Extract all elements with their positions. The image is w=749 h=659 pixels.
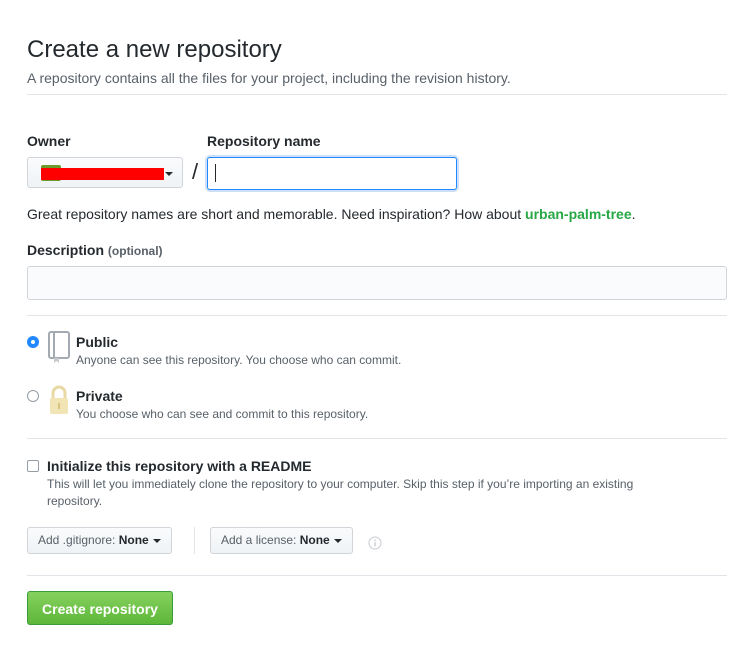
gitignore-label: Add .gitignore: (38, 533, 116, 547)
description-label-text: Description (27, 242, 105, 258)
page-subtitle: A repository contains all the files for … (27, 70, 511, 86)
repo-name-label: Repository name (207, 133, 321, 149)
info-icon[interactable] (368, 536, 382, 550)
readme-title: Initialize this repository with a README (47, 458, 312, 474)
public-title: Public (76, 334, 119, 350)
owner-select[interactable] (27, 157, 183, 188)
hint-suffix: . (631, 206, 636, 222)
private-radio[interactable] (27, 390, 39, 402)
repo-name-hint: Great repository names are short and mem… (27, 206, 636, 222)
section-divider (27, 315, 727, 316)
readme-description: This will let you immediately clone the … (47, 477, 634, 508)
chevron-down-icon (165, 172, 173, 176)
license-select[interactable]: Add a license: None (210, 527, 353, 554)
create-repository-button[interactable]: Create repository (27, 591, 173, 625)
description-label: Description (optional) (27, 242, 163, 258)
text-cursor (215, 164, 216, 182)
license-label: Add a license: (221, 533, 297, 547)
private-description: You choose who can see and commit to thi… (76, 407, 369, 421)
repo-book-icon (46, 330, 72, 364)
owner-repo-separator: / (192, 159, 199, 184)
page-title: Create a new repository (27, 36, 282, 63)
gitignore-value: None (118, 533, 149, 547)
section-divider (27, 438, 727, 439)
readme-checkbox[interactable] (27, 460, 39, 472)
chevron-down-icon (333, 539, 342, 543)
public-description: Anyone can see this repository. You choo… (76, 353, 402, 367)
public-radio[interactable] (27, 336, 39, 348)
owner-name-redacted (41, 168, 164, 180)
owner-label: Owner (27, 133, 71, 149)
footer-divider (27, 575, 727, 576)
suggested-name: urban-palm-tree (525, 206, 632, 222)
license-value: None (299, 533, 330, 547)
optional-tag: (optional) (107, 244, 163, 258)
chevron-down-icon (152, 539, 161, 543)
description-input[interactable] (27, 266, 727, 300)
header-divider (27, 94, 727, 95)
repo-name-input[interactable] (207, 157, 457, 190)
lock-icon (46, 384, 72, 418)
hint-text: Great repository names are short and mem… (27, 206, 526, 222)
dropdown-separator (194, 527, 195, 554)
gitignore-select[interactable]: Add .gitignore: None (27, 527, 172, 554)
private-title: Private (76, 388, 123, 404)
